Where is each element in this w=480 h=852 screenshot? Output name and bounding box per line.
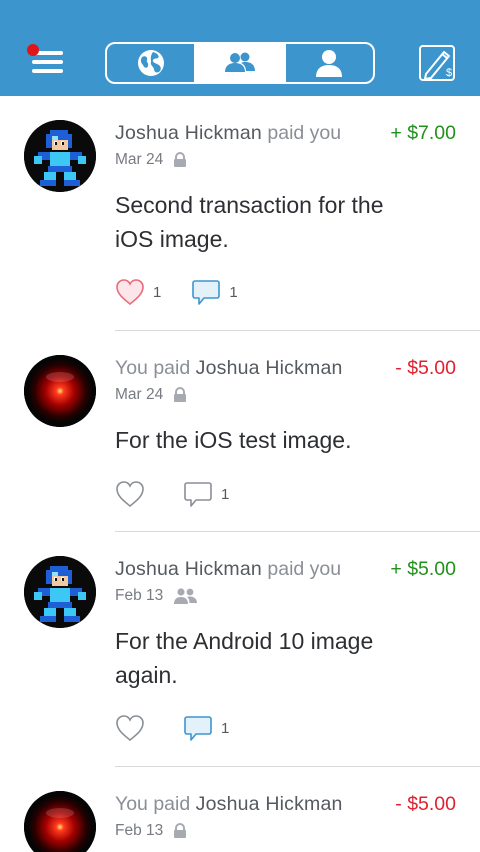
actor-name[interactable]: Joshua Hickman <box>115 122 262 144</box>
list-item[interactable]: You paid Joshua Hickman - $5.00 Feb 13 <box>0 767 480 852</box>
story-verb: paid <box>267 558 305 580</box>
globe-icon <box>137 50 164 76</box>
comment-icon <box>184 716 212 741</box>
like-button[interactable] <box>115 480 153 508</box>
like-button[interactable]: 1 <box>115 278 161 306</box>
amount-label: - $5.00 <box>395 793 456 815</box>
story-actions: 1 <box>115 480 259 508</box>
story-date: Feb 13 <box>115 822 164 839</box>
like-count: 1 <box>153 283 162 301</box>
actor-name[interactable]: Joshua Hickman <box>115 558 262 580</box>
story-note: For the Android 10 image again. <box>115 628 374 688</box>
list-item[interactable]: Joshua Hickman paid you + $7.00 Mar 24 S… <box>0 96 480 331</box>
lock-icon <box>173 823 187 839</box>
comment-count: 1 <box>221 485 230 503</box>
friends-icon <box>224 52 255 72</box>
amount-label: + $7.00 <box>390 122 456 144</box>
story-date: Mar 24 <box>115 151 164 168</box>
story-note: For the iOS test image. <box>115 427 352 453</box>
megaman-avatar[interactable] <box>24 120 96 192</box>
story-meta: Mar 24 <box>115 150 187 170</box>
comment-icon <box>192 280 221 305</box>
story-target[interactable]: Joshua Hickman <box>196 357 343 379</box>
list-item[interactable]: Joshua Hickman paid you + $5.00 Feb 13 F… <box>0 532 480 767</box>
svg-text:$: $ <box>446 67 452 79</box>
story-meta: Feb 13 <box>115 586 199 606</box>
amount-label: + $5.00 <box>390 558 456 580</box>
hal-eye-avatar[interactable] <box>24 791 96 852</box>
menu-button[interactable] <box>22 42 74 82</box>
tab-friends[interactable] <box>194 44 284 82</box>
story-actions: 1 <box>115 714 259 742</box>
story-target: you <box>309 558 342 580</box>
story-target[interactable]: Joshua Hickman <box>196 793 343 815</box>
friends-icon <box>173 587 199 605</box>
megaman-avatar[interactable] <box>24 556 96 628</box>
comment-icon <box>184 482 212 507</box>
story-verb: paid <box>153 793 191 815</box>
comment-button[interactable]: 1 <box>183 714 229 742</box>
story-target: you <box>309 122 342 144</box>
story-date: Feb 13 <box>115 587 164 604</box>
story-meta: Feb 13 <box>115 821 187 841</box>
actor-name: You <box>115 793 148 815</box>
hal-eye-avatar[interactable] <box>24 355 96 427</box>
heart-icon <box>116 715 144 742</box>
feed-segmented-control <box>105 42 375 84</box>
comment-count: 1 <box>229 283 238 301</box>
like-button[interactable] <box>115 714 153 742</box>
pay-request-icon: $ <box>419 45 455 81</box>
heart-icon <box>116 279 144 306</box>
lock-icon <box>173 152 187 168</box>
story-date: Mar 24 <box>115 386 164 403</box>
story-verb: paid <box>153 357 191 379</box>
notification-dot <box>27 44 39 56</box>
person-icon <box>316 50 343 77</box>
story-verb: paid <box>267 122 305 144</box>
lock-icon <box>173 387 187 403</box>
story-note: Second transaction for the iOS image. <box>115 192 384 252</box>
comment-count: 1 <box>221 719 230 737</box>
comment-button[interactable]: 1 <box>183 480 229 508</box>
top-bar: $ <box>0 0 480 96</box>
comment-button[interactable]: 1 <box>191 278 238 306</box>
actor-name: You <box>115 357 148 379</box>
amount-label: - $5.00 <box>395 357 456 379</box>
story-meta: Mar 24 <box>115 385 187 405</box>
transaction-feed: Joshua Hickman paid you + $7.00 Mar 24 S… <box>0 96 480 852</box>
tab-globe[interactable] <box>107 44 194 82</box>
pay-or-request-button[interactable]: $ <box>414 42 462 84</box>
heart-icon <box>116 481 144 508</box>
list-item[interactable]: You paid Joshua Hickman - $5.00 Mar 24 F… <box>0 331 480 532</box>
story-actions: 1 1 <box>115 278 268 306</box>
tab-me[interactable] <box>283 44 373 82</box>
